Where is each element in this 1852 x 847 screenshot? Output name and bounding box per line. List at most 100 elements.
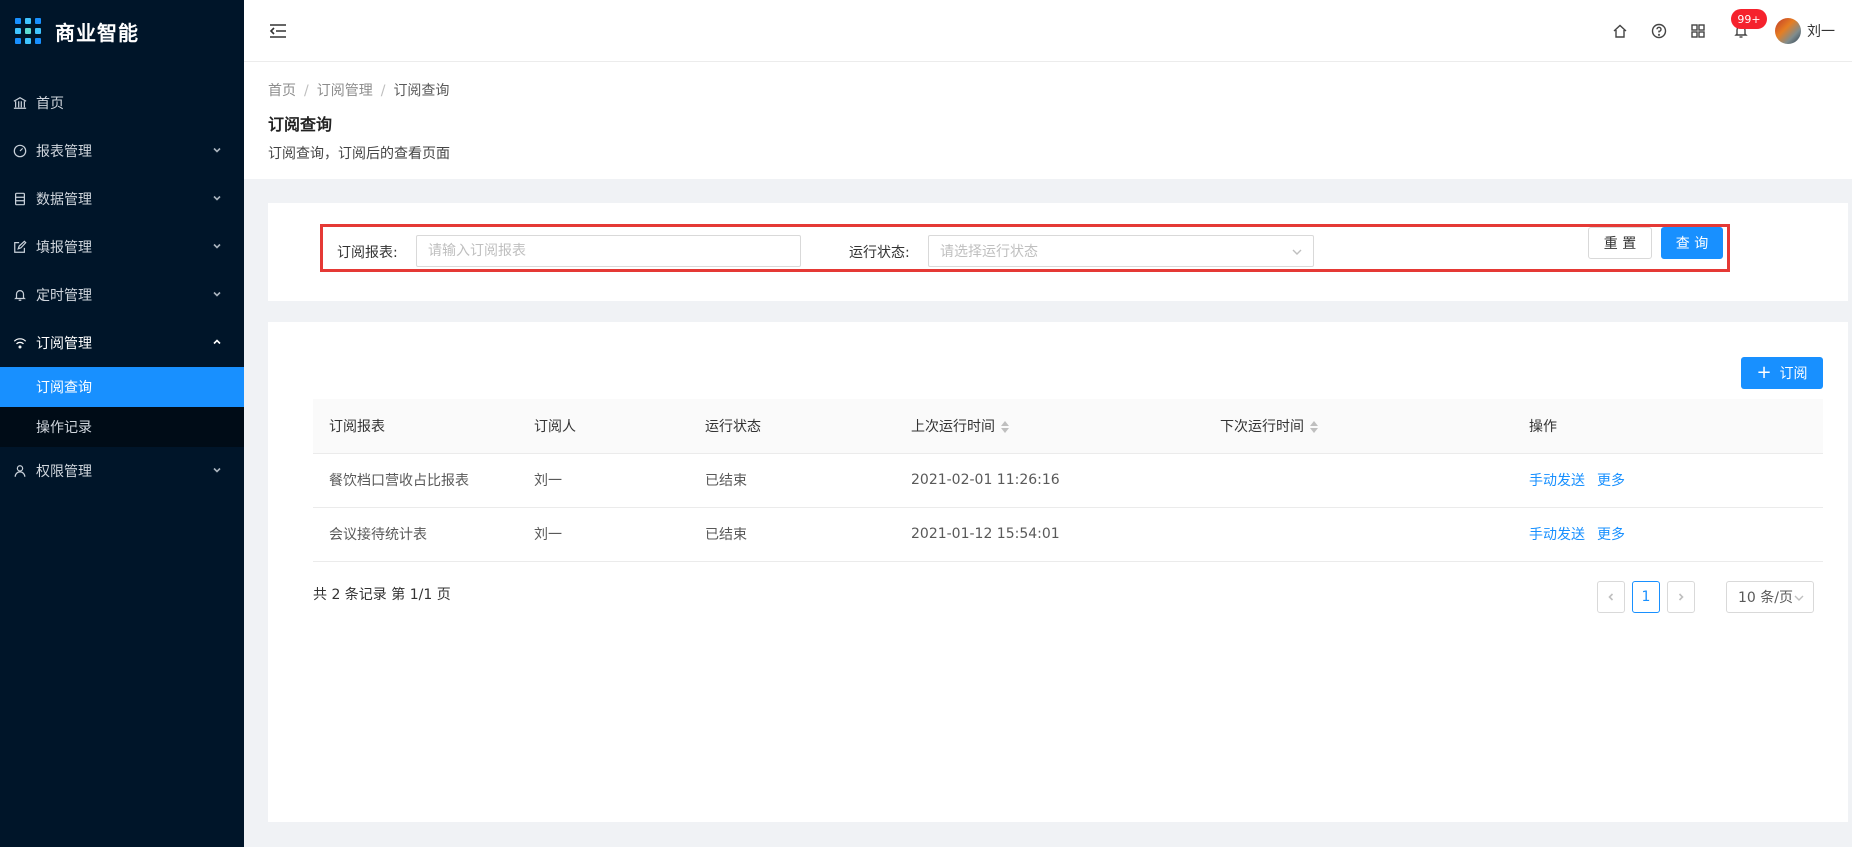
add-subscription-button[interactable]: + 订阅	[1741, 357, 1823, 389]
table-row: 餐饮档口营收占比报表 刘一 已结束 2021-02-01 11:26:16 手动…	[313, 453, 1823, 508]
sidebar-item-label: 权限管理	[36, 464, 92, 480]
pagination-total: 共 2 条记录 第 1/1 页	[313, 587, 451, 603]
search-card: 订阅报表: 运行状态: 请选择运行状态 重 置 查 询	[268, 203, 1848, 301]
chevron-down-icon	[1291, 246, 1303, 258]
sort-icon[interactable]	[1001, 420, 1009, 433]
app-title: 商业智能	[55, 20, 139, 45]
column-header-actions: 操作	[1513, 399, 1823, 454]
page-number-button[interactable]: 1	[1632, 581, 1660, 613]
sidebar-item-data-management[interactable]: 数据管理	[0, 175, 244, 223]
page-title: 订阅查询	[268, 115, 333, 134]
sidebar-item-subscription-management[interactable]: 订阅管理	[0, 319, 244, 367]
report-label: 订阅报表:	[337, 245, 398, 261]
chevron-down-icon	[212, 289, 224, 301]
subscription-table: 订阅报表 订阅人 运行状态 上次运行时间 下次运行时间 操作 餐饮档口营收占比报…	[313, 399, 1823, 562]
help-icon[interactable]	[1648, 20, 1670, 42]
breadcrumb-current: 订阅查询	[393, 83, 450, 99]
dashboard-icon	[12, 143, 28, 159]
search-form: 订阅报表: 运行状态: 请选择运行状态 重 置 查 询	[320, 224, 1730, 272]
user-icon	[12, 463, 28, 479]
cell-report: 会议接待统计表	[313, 507, 518, 562]
breadcrumb-home[interactable]: 首页	[268, 83, 296, 99]
sort-icon[interactable]	[1310, 420, 1318, 433]
status-label: 运行状态:	[849, 245, 910, 261]
next-page-button[interactable]	[1667, 581, 1695, 613]
apps-icon[interactable]	[1687, 20, 1709, 42]
prev-page-button[interactable]	[1597, 581, 1625, 613]
chevron-down-icon	[1794, 595, 1804, 601]
chevron-down-icon	[212, 145, 224, 157]
cell-last-run: 2021-01-12 15:54:01	[895, 507, 1204, 562]
sidebar-item-subscription-query[interactable]: 订阅查询	[0, 367, 244, 407]
plus-icon: +	[1756, 362, 1772, 383]
page-description: 订阅查询，订阅后的查看页面	[268, 146, 450, 162]
more-link[interactable]: 更多	[1597, 473, 1625, 489]
sidebar-item-permission-management[interactable]: 权限管理	[0, 447, 244, 495]
breadcrumb-subscription-management[interactable]: 订阅管理	[317, 83, 373, 99]
add-subscription-label: 订阅	[1779, 366, 1808, 382]
page-header: 首页 / 订阅管理 / 订阅查询 订阅查询 订阅查询，订阅后的查看页面	[244, 62, 1852, 179]
menu-fold-icon[interactable]	[268, 21, 288, 41]
cell-actions: 手动发送 更多	[1513, 453, 1823, 508]
sidebar: 商业智能 首页 报表管理 数据管理 填报管理 定时管理 订阅管理 订阅查询 操作…	[0, 0, 244, 847]
cell-actions: 手动发送 更多	[1513, 507, 1823, 562]
column-header-last-run[interactable]: 上次运行时间	[895, 399, 1204, 454]
username[interactable]: 刘一	[1807, 21, 1835, 41]
cell-next-run	[1204, 507, 1513, 562]
page-size-value: 10 条/页	[1738, 590, 1793, 606]
chevron-left-icon	[1608, 593, 1614, 601]
query-button[interactable]: 查 询	[1661, 227, 1723, 259]
sidebar-item-home[interactable]: 首页	[0, 79, 244, 127]
sidebar-item-operation-log[interactable]: 操作记录	[0, 407, 244, 447]
table-header-row: 订阅报表 订阅人 运行状态 上次运行时间 下次运行时间 操作	[313, 399, 1823, 454]
status-select[interactable]: 请选择运行状态	[928, 235, 1314, 267]
notification-badge: 99+	[1731, 9, 1767, 29]
cell-subscriber: 刘一	[518, 507, 689, 562]
manual-send-link[interactable]: 手动发送	[1529, 473, 1585, 489]
chevron-up-icon	[212, 337, 224, 349]
table-card: + 订阅 订阅报表 订阅人 运行状态 上次运行时间 下次运行时间 操作 餐饮档口…	[268, 322, 1848, 822]
logo[interactable]: 商业智能	[0, 0, 244, 62]
breadcrumb: 首页 / 订阅管理 / 订阅查询	[268, 83, 450, 99]
home-icon[interactable]	[1609, 20, 1631, 42]
chevron-down-icon	[212, 465, 224, 477]
reset-button[interactable]: 重 置	[1588, 227, 1652, 259]
sidebar-item-label: 报表管理	[36, 144, 92, 160]
manual-send-link[interactable]: 手动发送	[1529, 527, 1585, 543]
cell-subscriber: 刘一	[518, 453, 689, 508]
report-search-input[interactable]	[416, 235, 801, 267]
cell-next-run	[1204, 453, 1513, 508]
column-header-next-run[interactable]: 下次运行时间	[1204, 399, 1513, 454]
sidebar-item-label: 定时管理	[36, 288, 92, 304]
cell-report: 餐饮档口营收占比报表	[313, 453, 518, 508]
more-link[interactable]: 更多	[1597, 527, 1625, 543]
chevron-down-icon	[212, 193, 224, 205]
sidebar-item-report-management[interactable]: 报表管理	[0, 127, 244, 175]
bank-icon	[12, 95, 28, 111]
sidebar-menu: 首页 报表管理 数据管理 填报管理 定时管理 订阅管理 订阅查询 操作记录 权限…	[0, 79, 244, 495]
logo-grid-icon	[15, 18, 41, 44]
cell-status: 已结束	[689, 507, 895, 562]
status-select-placeholder: 请选择运行状态	[940, 244, 1038, 260]
sidebar-item-schedule-management[interactable]: 定时管理	[0, 271, 244, 319]
bell-icon	[12, 287, 28, 303]
column-header-status: 运行状态	[689, 399, 895, 454]
subscription-submenu: 订阅查询 操作记录	[0, 367, 244, 447]
database-icon	[12, 191, 28, 207]
sidebar-item-label: 首页	[36, 96, 64, 112]
sidebar-item-label: 订阅管理	[36, 336, 92, 352]
chevron-down-icon	[212, 241, 224, 253]
sidebar-item-label: 数据管理	[36, 192, 92, 208]
page-size-select[interactable]: 10 条/页	[1726, 581, 1814, 613]
cell-status: 已结束	[689, 453, 895, 508]
chevron-right-icon	[1678, 593, 1684, 601]
sidebar-item-label: 填报管理	[36, 240, 92, 256]
cell-last-run: 2021-02-01 11:26:16	[895, 453, 1204, 508]
avatar[interactable]	[1775, 18, 1801, 44]
table-row: 会议接待统计表 刘一 已结束 2021-01-12 15:54:01 手动发送更…	[313, 507, 1823, 562]
column-header-report: 订阅报表	[313, 399, 518, 454]
wifi-icon	[12, 335, 28, 351]
sidebar-item-fill-management[interactable]: 填报管理	[0, 223, 244, 271]
top-header: 99+ 刘一	[244, 0, 1852, 62]
form-edit-icon	[12, 239, 28, 255]
